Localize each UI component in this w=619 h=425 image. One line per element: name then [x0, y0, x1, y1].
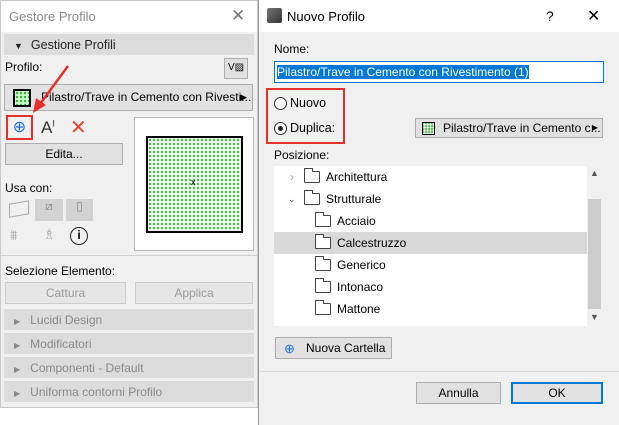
name-value-selected: Pilastro/Trave in Cemento con Rivestimen… [277, 65, 529, 79]
triangle-right-icon: ▶ [14, 389, 21, 398]
new-folder-icon: ⊕ [284, 341, 295, 356]
tree-label: Mattone [337, 302, 381, 316]
arrow-right-icon: ▶ [591, 123, 598, 132]
section-uniforma[interactable]: ▶ Uniforma contorni Profilo [4, 381, 254, 402]
duplicate-source-dropdown[interactable]: Pilastro/Trave in Cemento c... ▶ [415, 118, 603, 138]
dialog-title-text: Nuovo Profilo [287, 9, 366, 24]
column-icon[interactable]: ▯ [66, 199, 93, 221]
tree-item-intonaco[interactable]: Intonaco [274, 276, 587, 298]
tree-item-strutturale[interactable]: ⌄ Strutturale [274, 188, 587, 210]
chair-icon[interactable]: ♗ [43, 226, 56, 243]
railing-icon[interactable]: ⩩ [10, 227, 17, 244]
triangle-right-icon: ▶ [14, 365, 21, 374]
triangle-right-icon: ▶ [14, 341, 21, 350]
tree-item-architettura[interactable]: › Architettura [274, 166, 587, 188]
folder-tree[interactable]: › Architettura ⌄ Strutturale Acciaio Calce… [274, 166, 602, 326]
folder-icon [315, 256, 331, 271]
section-componenti[interactable]: ▶ Componenti - Default [4, 357, 254, 378]
chevron-down-icon: ⌄ [288, 194, 296, 204]
radio-new[interactable]: Nuovo [274, 96, 344, 112]
divider [1, 255, 257, 256]
folder-icon [304, 168, 320, 183]
section-label: Lucidi Design [30, 313, 103, 327]
tree-item-calcestruzzo[interactable]: Calcestruzzo [274, 232, 587, 254]
scroll-down-icon[interactable]: ▼ [590, 312, 599, 322]
ok-button[interactable]: OK [511, 382, 603, 404]
tree-item-generico[interactable]: Generico [274, 254, 587, 276]
dialog-title: Nuovo Profilo [259, 0, 619, 32]
tree-item-acciaio[interactable]: Acciaio [274, 210, 587, 232]
new-profile-dialog: Nuovo Profilo ? ✕ Nome: Pilastro/Trave i… [258, 0, 619, 425]
app-logo-icon [267, 8, 282, 23]
folder-icon [315, 234, 331, 249]
duplicate-source-value: Pilastro/Trave in Cemento c... [443, 121, 601, 135]
folder-icon [304, 190, 320, 205]
radio-duplicate-label: Duplica: [290, 121, 336, 135]
radio-selected-icon [274, 122, 287, 135]
radio-new-label: Nuovo [290, 96, 327, 110]
tree-label: Generico [337, 258, 386, 272]
folder-icon [315, 212, 331, 227]
scrollbar[interactable]: ▲ ▼ [587, 166, 602, 326]
new-folder-button[interactable]: ⊕ Nuova Cartella [275, 337, 392, 359]
folder-icon [315, 278, 331, 293]
section-modificatori[interactable]: ▶ Modificatori [4, 333, 254, 354]
tree-label: Intonaco [337, 280, 384, 294]
name-label: Nome: [274, 42, 310, 56]
radio-icon [274, 97, 287, 110]
tree-label: Acciaio [337, 214, 376, 228]
selection-label: Selezione Elemento: [5, 264, 116, 278]
section-label: Uniforma contorni Profilo [30, 385, 163, 399]
section-label: Modificatori [30, 337, 92, 351]
section-label: Componenti - Default [30, 361, 144, 375]
red-arrow-annotation [33, 65, 70, 113]
tree-label: Architettura [326, 170, 388, 184]
capture-button[interactable]: Cattura [5, 282, 126, 304]
radio-duplicate[interactable]: Duplica: [274, 121, 344, 137]
chevron-right-icon: › [290, 170, 294, 184]
edit-button[interactable]: Edita... [5, 143, 123, 165]
scroll-thumb[interactable] [588, 199, 601, 309]
tree-label: Calcestruzzo [337, 236, 407, 250]
section-lucidi-design[interactable]: ▶ Lucidi Design [4, 309, 254, 330]
cancel-button[interactable]: Annulla [416, 382, 501, 404]
profile-preview: x [134, 117, 254, 251]
tree-item-mattone[interactable]: Mattone [274, 298, 587, 320]
apply-button[interactable]: Applica [135, 282, 253, 304]
position-label: Posizione: [274, 148, 330, 162]
folder-icon [315, 300, 331, 315]
triangle-right-icon: ▶ [14, 317, 21, 326]
profile-swatch-icon [422, 122, 435, 135]
name-input[interactable]: Pilastro/Trave in Cemento con Rivestimen… [274, 61, 604, 83]
help-button[interactable]: ? [546, 8, 554, 24]
info-icon[interactable]: i [70, 227, 88, 245]
beam-icon[interactable]: ⧄ [35, 199, 63, 221]
footer-divider [259, 371, 619, 372]
wall-icon[interactable] [9, 200, 29, 218]
new-folder-label: Nuova Cartella [306, 341, 386, 355]
scroll-up-icon[interactable]: ▲ [590, 168, 599, 178]
use-with-label: Usa con: [5, 181, 53, 195]
tree-label: Strutturale [326, 192, 382, 206]
close-icon[interactable]: ✕ [587, 6, 600, 26]
